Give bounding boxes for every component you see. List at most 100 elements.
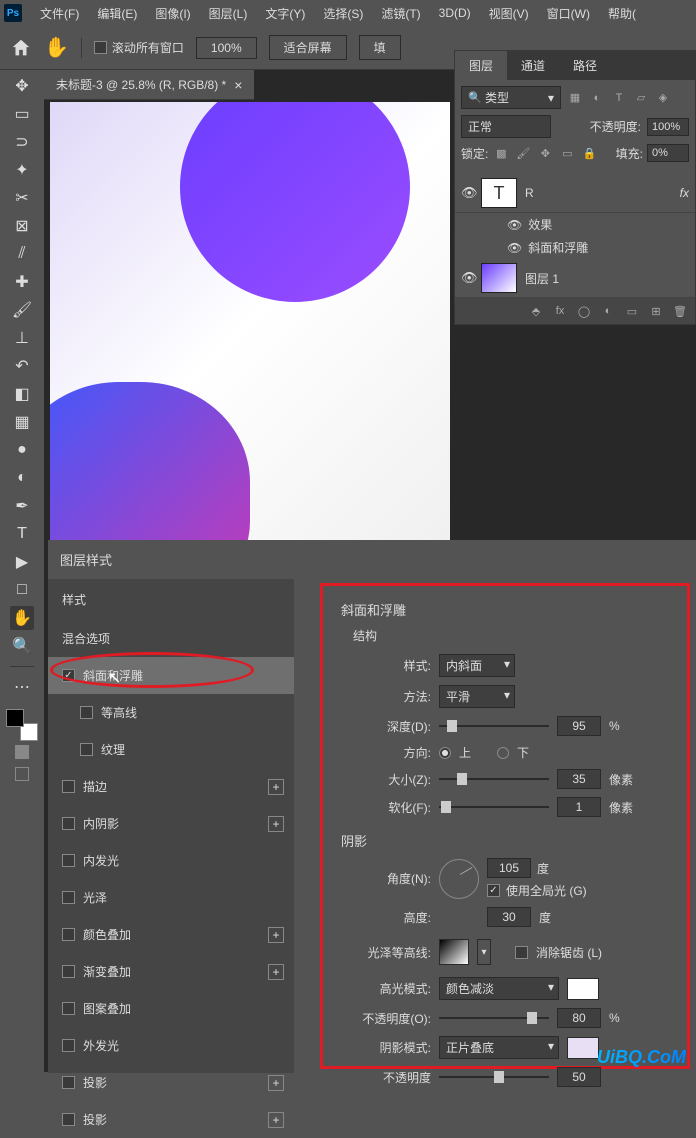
menu-type[interactable]: 文字(Y)	[257, 2, 313, 25]
menu-window[interactable]: 窗口(W)	[539, 2, 598, 25]
direction-up-radio[interactable]	[439, 747, 451, 759]
scroll-all-checkbox[interactable]	[94, 41, 107, 54]
drop-shadow-checkbox[interactable]	[62, 1076, 75, 1089]
eyedropper-tool[interactable]: ⫽	[10, 242, 34, 266]
adjustment-icon[interactable]: ◐	[599, 302, 617, 320]
angle-dial[interactable]	[439, 859, 479, 899]
quick-mask[interactable]	[15, 745, 29, 759]
highlight-opacity-slider[interactable]	[439, 1017, 549, 1019]
effects-row[interactable]: 👁 效果	[455, 213, 695, 236]
contour-dropdown-icon[interactable]: ▾	[477, 939, 491, 965]
lock-pixels-icon[interactable]: 🖌	[514, 144, 532, 162]
outer-glow-checkbox[interactable]	[62, 1039, 75, 1052]
pattern-overlay-checkbox[interactable]	[62, 1002, 75, 1015]
stamp-tool[interactable]: ⊥	[10, 326, 34, 350]
foreground-color[interactable]	[6, 709, 24, 727]
add-icon[interactable]: +	[268, 779, 284, 795]
add-icon[interactable]: +	[268, 927, 284, 943]
path-select-tool[interactable]: ▶	[10, 550, 34, 574]
hand-tool-icon[interactable]: ✋	[44, 35, 69, 60]
frame-tool[interactable]: ⊠	[10, 214, 34, 238]
drop-shadow-checkbox[interactable]	[62, 1113, 75, 1126]
filter-pixel-icon[interactable]: ▦	[567, 90, 583, 106]
global-light-checkbox[interactable]	[487, 884, 500, 897]
highlight-opacity-input[interactable]: 80	[557, 1008, 601, 1028]
visibility-icon[interactable]: 👁	[507, 241, 522, 255]
outer-glow-item[interactable]: 外发光	[48, 1027, 294, 1064]
color-swatches[interactable]	[6, 709, 38, 741]
altitude-input[interactable]: 30	[487, 907, 531, 927]
menu-filter[interactable]: 滤镜(T)	[373, 2, 428, 25]
canvas[interactable]	[50, 102, 450, 542]
stroke-item[interactable]: 描边 +	[48, 768, 294, 805]
fill-button[interactable]: 填	[359, 35, 401, 60]
inner-shadow-item[interactable]: 内阴影 +	[48, 805, 294, 842]
edit-toolbar[interactable]: ⋯	[10, 675, 34, 699]
add-icon[interactable]: +	[268, 816, 284, 832]
satin-checkbox[interactable]	[62, 891, 75, 904]
hand-tool[interactable]: ✋	[10, 606, 34, 630]
menu-file[interactable]: 文件(F)	[32, 2, 87, 25]
soften-input[interactable]: 1	[557, 797, 601, 817]
depth-input[interactable]: 95	[557, 716, 601, 736]
highlight-color-swatch[interactable]	[567, 978, 599, 1000]
size-slider[interactable]	[439, 778, 549, 780]
antialias-checkbox[interactable]	[515, 946, 528, 959]
mask-icon[interactable]: ◯	[575, 302, 593, 320]
zoom-input[interactable]: 100%	[196, 37, 257, 59]
layer-filter-type[interactable]: 🔍 类型 ▾	[461, 86, 561, 109]
zoom-tool[interactable]: 🔍	[10, 634, 34, 658]
add-icon[interactable]: +	[268, 1112, 284, 1128]
menu-view[interactable]: 视图(V)	[481, 2, 537, 25]
menu-select[interactable]: 选择(S)	[315, 2, 371, 25]
move-tool[interactable]: ✥	[10, 74, 34, 98]
menu-layer[interactable]: 图层(L)	[201, 2, 256, 25]
size-input[interactable]: 35	[557, 769, 601, 789]
pattern-overlay-item[interactable]: 图案叠加	[48, 990, 294, 1027]
home-icon[interactable]	[10, 37, 32, 59]
filter-adjust-icon[interactable]: ◐	[589, 90, 605, 106]
depth-slider[interactable]	[439, 725, 549, 727]
filter-smart-icon[interactable]: ◈	[655, 90, 671, 106]
gradient-overlay-checkbox[interactable]	[62, 965, 75, 978]
bevel-emboss-item[interactable]: 斜面和浮雕	[48, 657, 294, 694]
fx-badge[interactable]: fx	[680, 186, 689, 200]
gradient-tool[interactable]: ▦	[10, 410, 34, 434]
layer-thumb[interactable]	[481, 263, 517, 293]
crop-tool[interactable]: ✂	[10, 186, 34, 210]
visibility-icon[interactable]: 👁	[461, 270, 481, 286]
inner-glow-checkbox[interactable]	[62, 854, 75, 867]
blend-mode-select[interactable]: 正常	[461, 115, 551, 138]
screen-mode[interactable]	[15, 767, 29, 781]
drop-shadow-item[interactable]: 投影 +	[48, 1064, 294, 1101]
group-icon[interactable]: ▭	[623, 302, 641, 320]
lock-all-icon[interactable]: 🔒	[580, 144, 598, 162]
direction-down-radio[interactable]	[497, 747, 509, 759]
menu-help[interactable]: 帮助(	[600, 2, 644, 25]
marquee-tool[interactable]: ▭	[10, 102, 34, 126]
menu-3d[interactable]: 3D(D)	[431, 3, 479, 23]
texture-checkbox[interactable]	[80, 743, 93, 756]
highlight-mode-select[interactable]: 颜色减淡	[439, 977, 559, 1000]
type-tool[interactable]: T	[10, 522, 34, 546]
brush-tool[interactable]: 🖌	[10, 298, 34, 322]
styles-header[interactable]: 样式	[48, 579, 294, 620]
texture-item[interactable]: 纹理	[48, 731, 294, 768]
lock-position-icon[interactable]: ✥	[536, 144, 554, 162]
gloss-contour-picker[interactable]	[439, 939, 469, 965]
tab-paths[interactable]: 路径	[559, 51, 611, 80]
shadow-opacity-input[interactable]: 50	[557, 1067, 601, 1087]
style-select[interactable]: 内斜面	[439, 654, 515, 677]
visibility-icon[interactable]: 👁	[507, 218, 522, 232]
satin-item[interactable]: 光泽	[48, 879, 294, 916]
visibility-icon[interactable]: 👁	[461, 185, 481, 201]
tab-channels[interactable]: 通道	[507, 51, 559, 80]
tab-layers[interactable]: 图层	[455, 51, 507, 80]
filter-shape-icon[interactable]: ▱	[633, 90, 649, 106]
fill-input[interactable]: 0%	[647, 144, 689, 162]
color-overlay-checkbox[interactable]	[62, 928, 75, 941]
tab-close-icon[interactable]: ×	[234, 77, 242, 93]
contour-checkbox[interactable]	[80, 706, 93, 719]
inner-shadow-checkbox[interactable]	[62, 817, 75, 830]
gradient-overlay-item[interactable]: 渐变叠加 +	[48, 953, 294, 990]
